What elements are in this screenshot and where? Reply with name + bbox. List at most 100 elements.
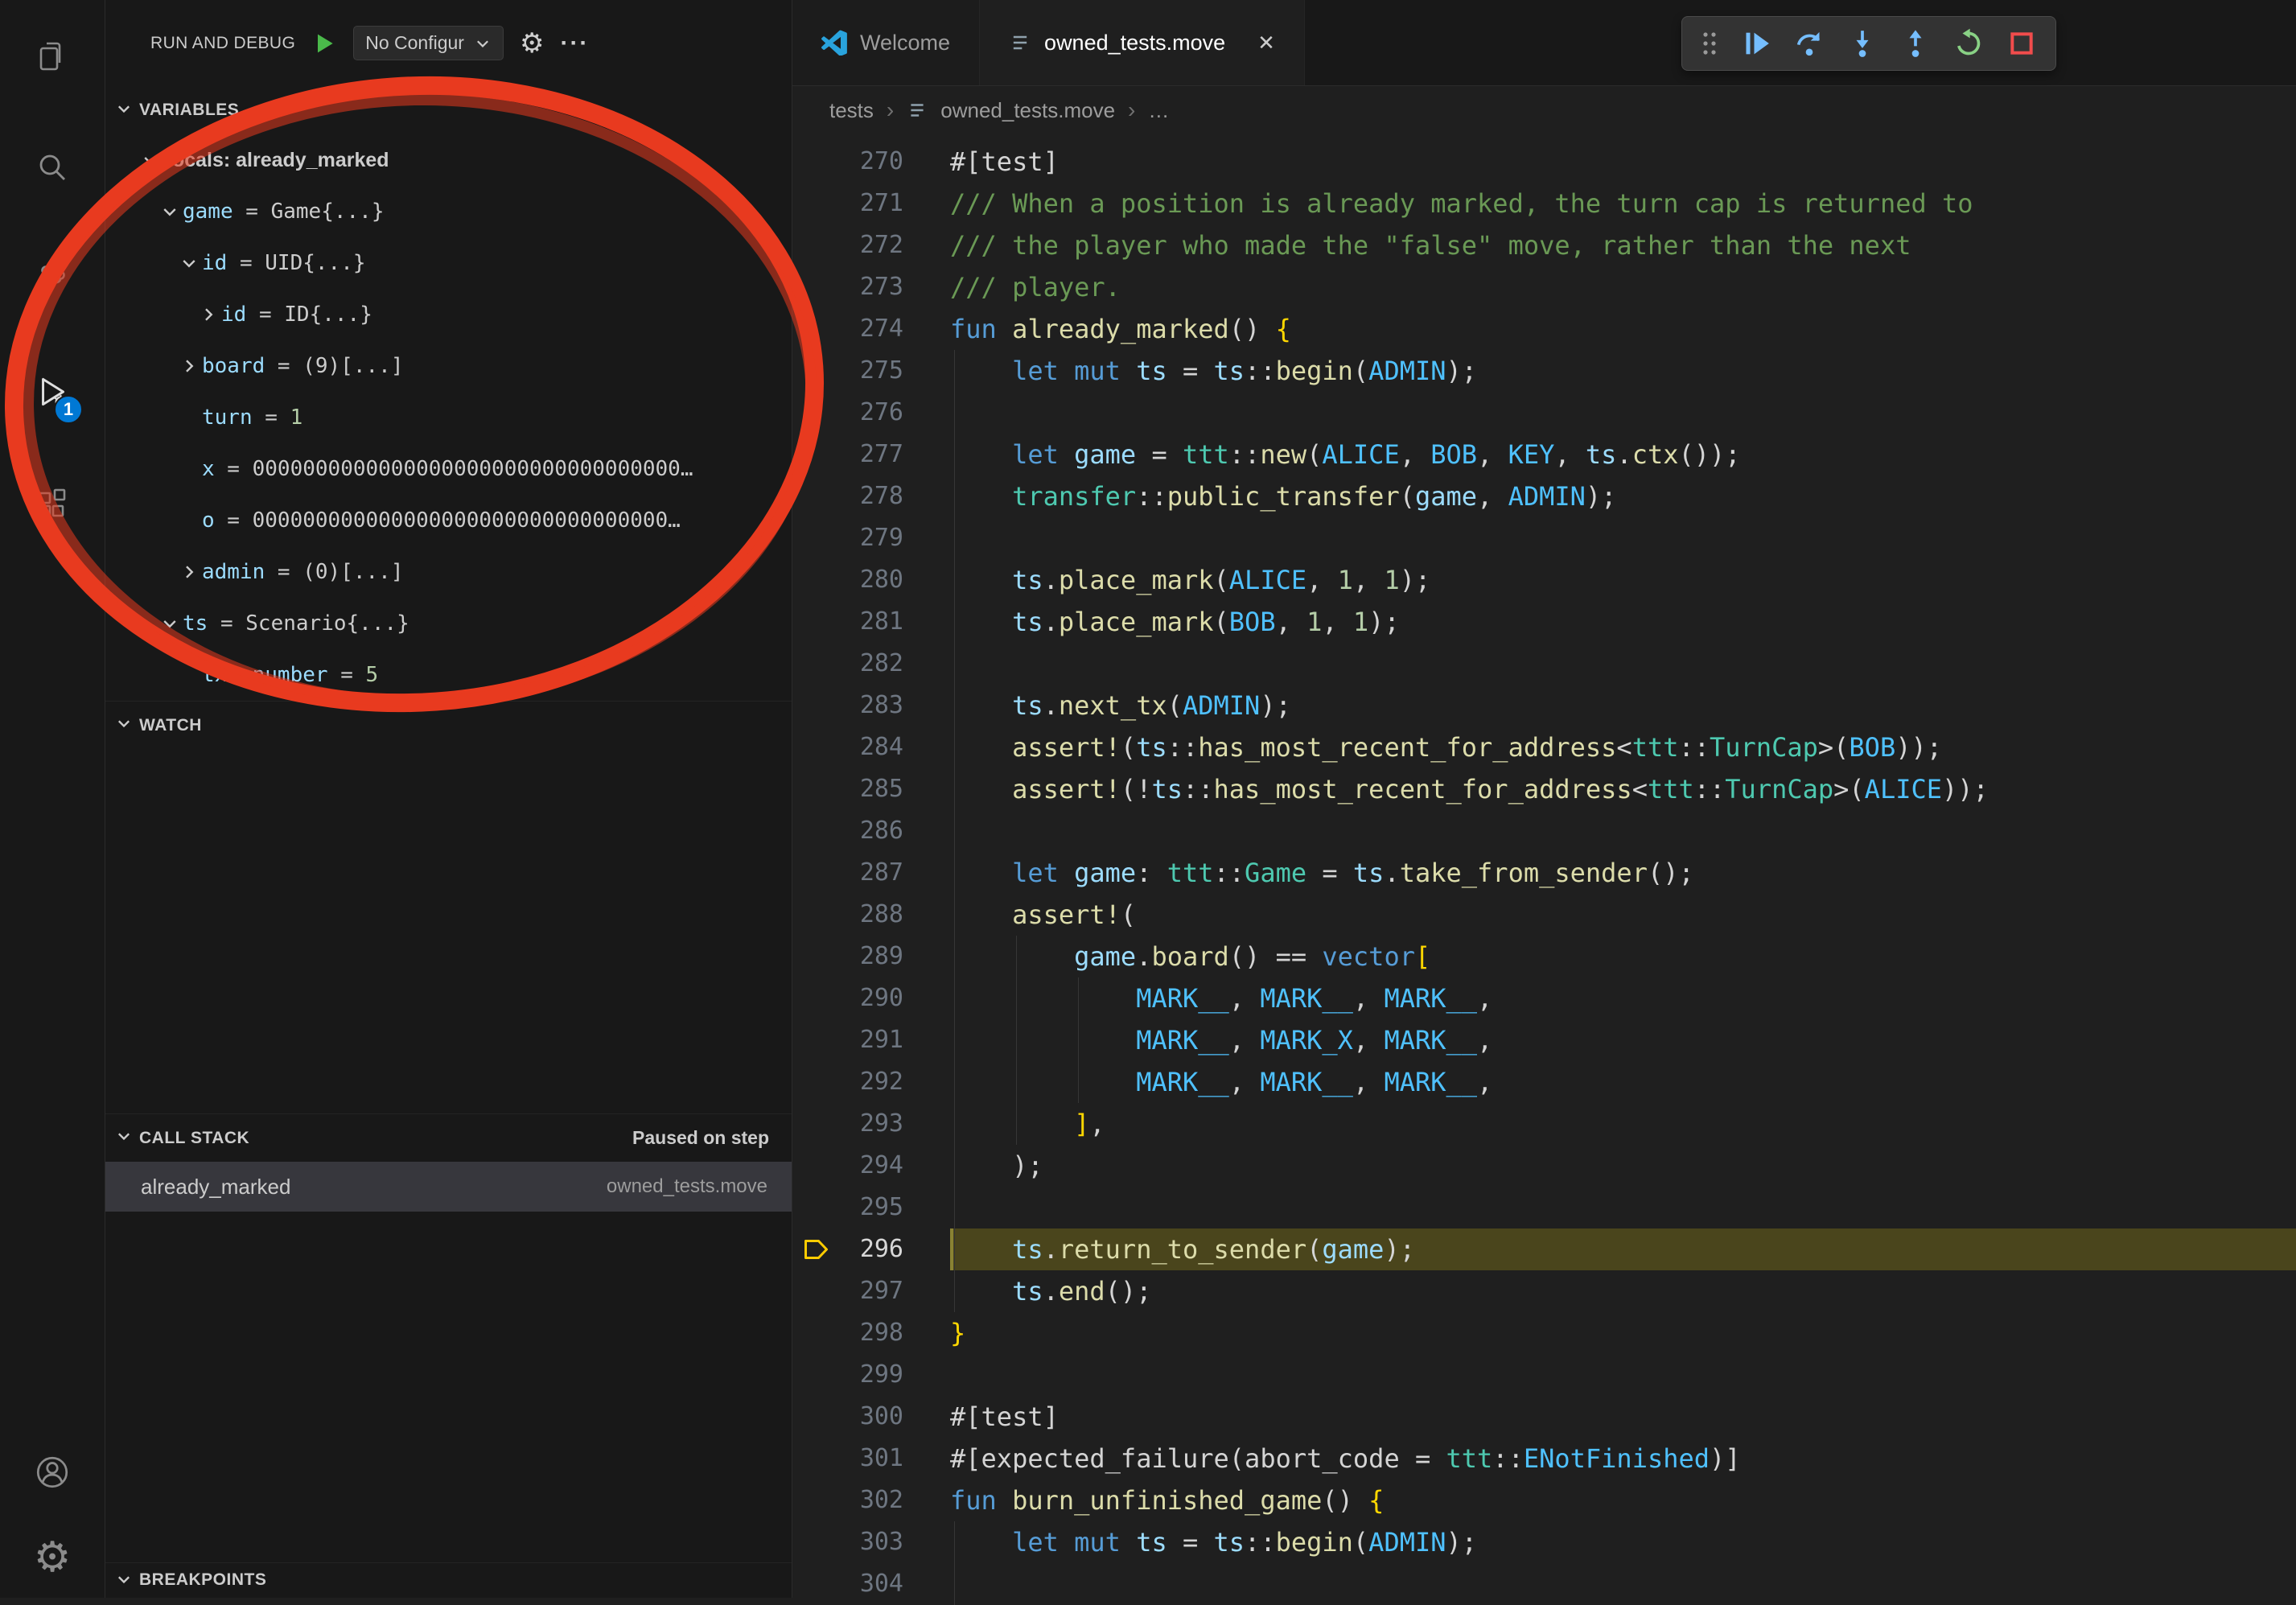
glyph-margin[interactable] [792,685,841,726]
code-line[interactable]: 285 assert!(!ts::has_most_recent_for_add… [792,768,2296,810]
breadcrumb-item[interactable]: … [1148,98,1169,123]
stop-icon[interactable] [2006,27,2038,60]
line-number[interactable]: 301 [841,1438,903,1479]
line-number[interactable]: 293 [841,1103,903,1145]
glyph-margin[interactable] [792,1312,841,1354]
chevron-down-icon[interactable] [176,250,202,276]
glyph-margin[interactable] [792,977,841,1019]
start-debug-icon[interactable] [311,31,337,56]
code-line[interactable]: 303 let mut ts = ts::begin(ADMIN); [792,1521,2296,1563]
code-line[interactable]: 270#[test] [792,141,2296,183]
chevron-right-icon[interactable] [195,302,221,327]
glyph-margin[interactable] [792,1187,841,1228]
debug-config-dropdown[interactable]: No Configur [353,26,504,60]
chevron-down-icon[interactable] [157,611,183,636]
variable-row[interactable]: admin = (0)[...] [105,546,792,598]
glyph-margin[interactable] [792,768,841,810]
code-line[interactable]: 300#[test] [792,1396,2296,1438]
line-number[interactable]: 277 [841,434,903,475]
settings-gear-icon[interactable]: ⚙ [30,1535,75,1580]
breakpoints-section-header[interactable]: BREAKPOINTS [105,1562,792,1598]
code-editor[interactable]: 270#[test]271/// When a position is alre… [792,134,2296,1605]
chevron-down-icon[interactable] [157,199,183,224]
run-and-debug-icon[interactable]: 1 [30,369,75,414]
code-line[interactable]: 274fun already_marked() { [792,308,2296,350]
step-out-icon[interactable] [1899,27,1932,60]
glyph-margin[interactable] [792,434,841,475]
line-number[interactable]: 270 [841,141,903,183]
variable-row[interactable]: id = UID{...} [105,237,792,289]
glyph-margin[interactable] [792,1396,841,1438]
line-number[interactable]: 272 [841,224,903,266]
line-number[interactable]: 282 [841,643,903,685]
extensions-icon[interactable] [30,481,75,526]
glyph-margin[interactable] [792,517,841,559]
line-number[interactable]: 302 [841,1479,903,1521]
glyph-margin[interactable] [792,392,841,434]
code-line[interactable]: 291 MARK__, MARK_X, MARK__, [792,1019,2296,1061]
line-number[interactable]: 275 [841,350,903,392]
tab-welcome[interactable]: Welcome [792,0,980,85]
line-number[interactable]: 278 [841,475,903,517]
code-line[interactable]: 295 [792,1187,2296,1228]
line-number[interactable]: 284 [841,726,903,768]
line-number[interactable]: 283 [841,685,903,726]
line-number[interactable]: 295 [841,1187,903,1228]
line-number[interactable]: 297 [841,1270,903,1312]
variable-row[interactable]: game = Game{...} [105,186,792,237]
glyph-margin[interactable] [792,266,841,308]
line-number[interactable]: 285 [841,768,903,810]
variable-row[interactable]: id = ID{...} [105,289,792,340]
code-line[interactable]: 281 ts.place_mark(BOB, 1, 1); [792,601,2296,643]
glyph-margin[interactable] [792,1521,841,1563]
glyph-margin[interactable] [792,1019,841,1061]
chevron-down-icon[interactable] [138,147,163,173]
line-number[interactable]: 296 [841,1228,903,1270]
line-number[interactable]: 281 [841,601,903,643]
step-over-icon[interactable] [1793,27,1825,60]
glyph-margin[interactable] [792,1145,841,1187]
code-line[interactable]: 275 let mut ts = ts::begin(ADMIN); [792,350,2296,392]
chevron-right-icon[interactable] [176,559,202,585]
glyph-margin[interactable] [792,224,841,266]
line-number[interactable]: 286 [841,810,903,852]
debug-settings-gear-icon[interactable]: ⚙ [520,30,544,57]
glyph-margin[interactable] [792,559,841,601]
breadcrumb-item[interactable]: owned_tests.move [940,98,1115,123]
code-line[interactable]: 294 ); [792,1145,2296,1187]
search-icon[interactable] [30,146,75,191]
code-line[interactable]: 298} [792,1312,2296,1354]
glyph-margin[interactable] [792,810,841,852]
line-number[interactable]: 298 [841,1312,903,1354]
line-number[interactable]: 290 [841,977,903,1019]
line-number[interactable]: 280 [841,559,903,601]
glyph-margin[interactable] [792,141,841,183]
code-line[interactable]: 272/// the player who made the "false" m… [792,224,2296,266]
code-line[interactable]: 276 [792,392,2296,434]
variable-row[interactable]: o = 000000000000000000000000000000000… [105,495,792,546]
watch-section-header[interactable]: WATCH [105,701,792,749]
line-number[interactable]: 288 [841,894,903,936]
line-number[interactable]: 271 [841,183,903,224]
variable-row[interactable]: ts = Scenario{...} [105,598,792,649]
code-line[interactable]: 296 ts.return_to_sender(game); [792,1228,2296,1270]
line-number[interactable]: 291 [841,1019,903,1061]
glyph-margin[interactable] [792,183,841,224]
restart-icon[interactable] [1952,27,1985,60]
glyph-margin[interactable] [792,601,841,643]
code-line[interactable]: 287 let game: ttt::Game = ts.take_from_s… [792,852,2296,894]
code-line[interactable]: 283 ts.next_tx(ADMIN); [792,685,2296,726]
code-line[interactable]: 278 transfer::public_transfer(game, ADMI… [792,475,2296,517]
line-number[interactable]: 274 [841,308,903,350]
code-line[interactable]: 273/// player. [792,266,2296,308]
more-actions-icon[interactable]: ··· [560,30,589,57]
code-line[interactable]: 290 MARK__, MARK__, MARK__, [792,977,2296,1019]
glyph-margin[interactable] [792,308,841,350]
code-line[interactable]: 292 MARK__, MARK__, MARK__, [792,1061,2296,1103]
tab-owned-tests-move[interactable]: owned_tests.move ✕ [980,0,1305,85]
glyph-margin[interactable] [792,350,841,392]
code-line[interactable]: 280 ts.place_mark(ALICE, 1, 1); [792,559,2296,601]
glyph-margin[interactable] [792,726,841,768]
account-icon[interactable] [30,1450,75,1495]
glyph-margin[interactable] [792,475,841,517]
